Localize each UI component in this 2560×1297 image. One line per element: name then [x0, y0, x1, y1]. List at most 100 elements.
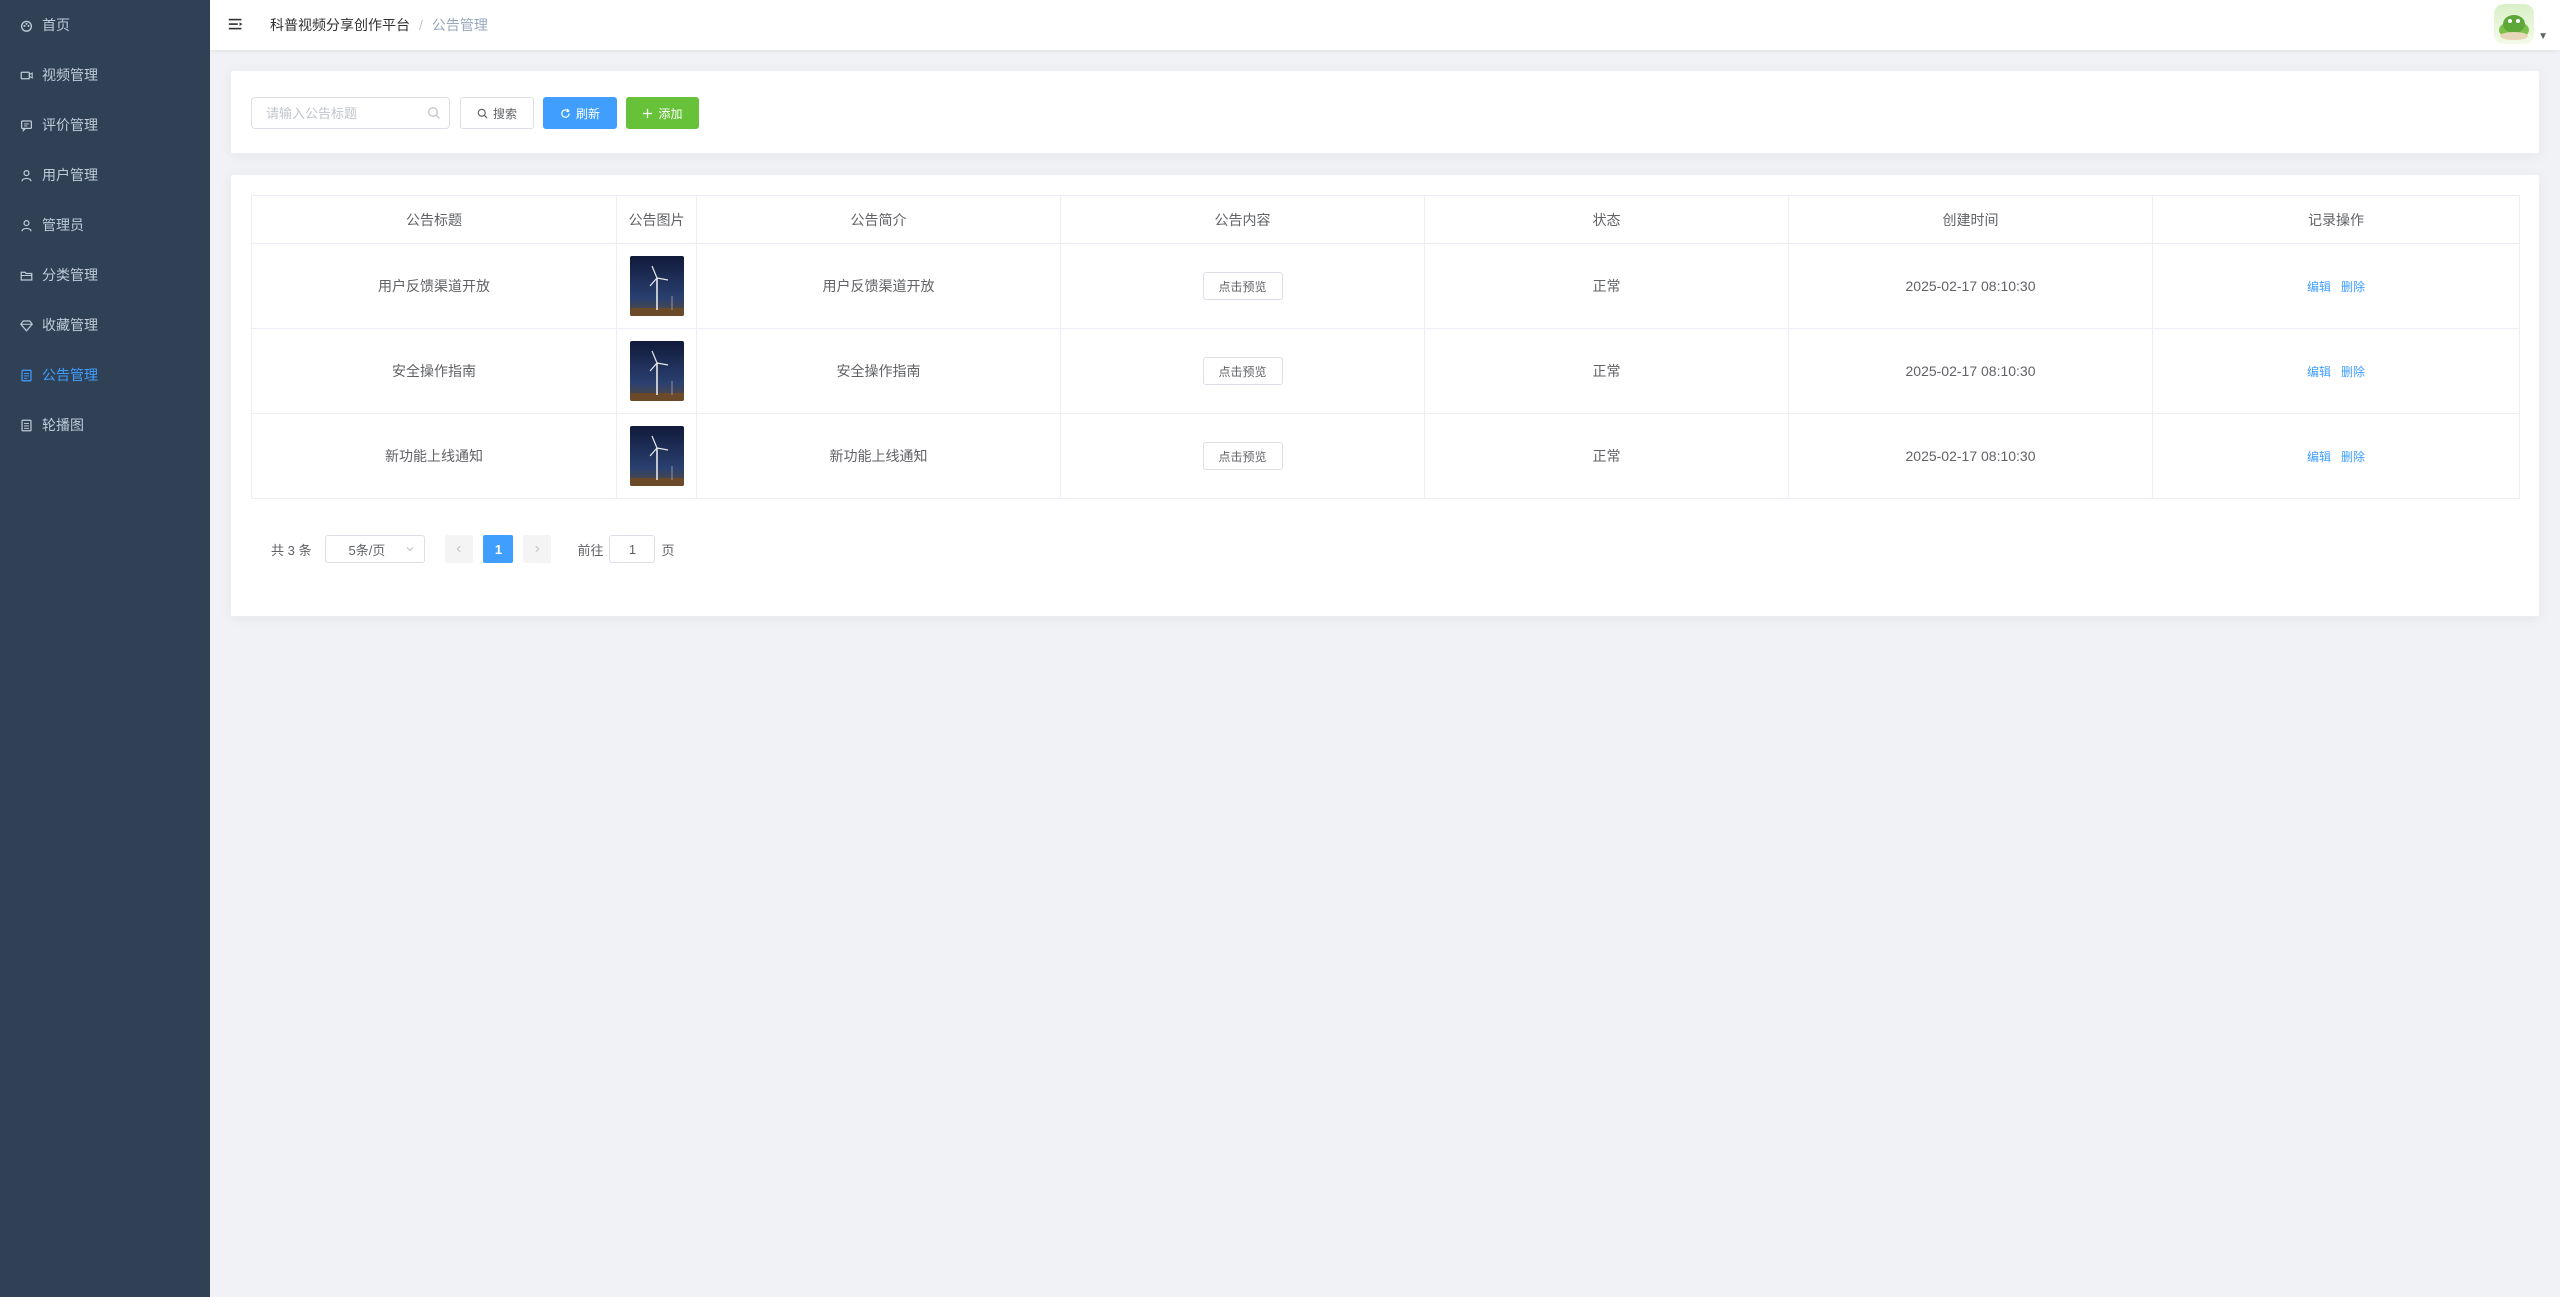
column-header: 公告图片	[616, 195, 697, 244]
user-menu[interactable]: ▼	[2494, 4, 2548, 44]
next-page-button[interactable]	[523, 535, 552, 563]
column-header: 记录操作	[2152, 195, 2520, 244]
goto-suffix: 页	[661, 542, 675, 558]
page-size-value: 5条/页	[348, 542, 386, 558]
column-header: 公告内容	[1060, 195, 1425, 244]
notice-icon	[18, 367, 34, 383]
search-icon	[477, 108, 488, 119]
caret-down-icon: ▼	[2538, 31, 2548, 42]
search-icon	[428, 107, 440, 119]
sidebar: 首页 视频管理 评价管理 用户管理 管理员 分类管理 收藏管理 公告管理 轮播图	[0, 0, 210, 1297]
cell-status: 正常	[1424, 413, 1789, 499]
goto-prefix: 前往	[577, 542, 604, 558]
prev-page-button[interactable]	[445, 535, 474, 563]
refresh-button[interactable]: 刷新	[543, 97, 617, 129]
sidebar-item-favorites[interactable]: 收藏管理	[0, 300, 210, 350]
cell-created: 2025-02-17 08:10:30	[1788, 328, 2153, 414]
notice-image[interactable]	[629, 426, 684, 486]
add-button-label: 添加	[658, 106, 683, 121]
folder-icon	[18, 267, 34, 283]
cell-content: 点击预览	[1060, 413, 1425, 499]
sidebar-item-carousel[interactable]: 轮播图	[0, 400, 210, 450]
admin-icon	[18, 217, 34, 233]
breadcrumb-current: 公告管理	[431, 17, 488, 33]
sidebar-item-notice[interactable]: 公告管理	[0, 350, 210, 400]
chevron-left-icon	[457, 545, 462, 553]
refresh-button-label: 刷新	[575, 106, 600, 121]
cell-title: 用户反馈渠道开放	[251, 243, 617, 329]
sidebar-item-label: 管理员	[42, 217, 84, 233]
delete-link[interactable]: 删除	[2341, 365, 2365, 379]
pagination-total: 共 3 条	[271, 542, 312, 558]
cell-actions: 编辑 删除	[2152, 243, 2520, 329]
preview-button[interactable]: 点击预览	[1202, 357, 1283, 385]
cell-summary: 用户反馈渠道开放	[696, 243, 1061, 329]
pagination: 共 3 条 5条/页 1 前往 页	[271, 535, 675, 563]
edit-link[interactable]: 编辑	[2307, 450, 2331, 464]
plus-icon	[642, 108, 653, 119]
cell-content: 点击预览	[1060, 243, 1425, 329]
breadcrumb: 科普视频分享创作平台 / 公告管理	[270, 15, 488, 35]
cell-summary: 新功能上线通知	[696, 413, 1061, 499]
hamburger-icon[interactable]	[226, 15, 246, 35]
cell-summary: 安全操作指南	[696, 328, 1061, 414]
breadcrumb-separator: /	[419, 17, 423, 33]
notice-image[interactable]	[629, 341, 684, 401]
cell-content: 点击预览	[1060, 328, 1425, 414]
avatar[interactable]	[2494, 4, 2535, 44]
video-icon	[18, 67, 34, 83]
cell-image	[616, 413, 697, 499]
sidebar-item-home[interactable]: 首页	[0, 0, 210, 50]
chevron-down-icon	[407, 547, 414, 552]
preview-button[interactable]: 点击预览	[1202, 442, 1283, 470]
cell-created: 2025-02-17 08:10:30	[1788, 243, 2153, 329]
sidebar-item-users[interactable]: 用户管理	[0, 150, 210, 200]
sidebar-item-label: 公告管理	[42, 367, 98, 383]
breadcrumb-home[interactable]: 科普视频分享创作平台	[270, 15, 410, 35]
search-input[interactable]	[266, 105, 426, 121]
document-icon	[18, 417, 34, 433]
add-button[interactable]: 添加	[626, 97, 699, 129]
column-header: 状态	[1424, 195, 1789, 244]
sidebar-item-label: 评价管理	[42, 117, 98, 133]
preview-button[interactable]: 点击预览	[1202, 272, 1283, 300]
notice-table: 公告标题 公告图片 公告简介 公告内容 状态 创建时间 记录操作 用户反馈渠道开…	[251, 195, 2520, 499]
cell-title: 安全操作指南	[251, 328, 617, 414]
cell-actions: 编辑 删除	[2152, 328, 2520, 414]
sidebar-item-admin[interactable]: 管理员	[0, 200, 210, 250]
chevron-right-icon	[535, 545, 540, 553]
table-panel: 公告标题 公告图片 公告简介 公告内容 状态 创建时间 记录操作 用户反馈渠道开…	[230, 174, 2540, 617]
cell-image	[616, 243, 697, 329]
sidebar-item-label: 收藏管理	[42, 317, 98, 333]
delete-link[interactable]: 删除	[2341, 450, 2365, 464]
goto-page-input[interactable]	[609, 535, 656, 563]
table-row: 新功能上线通知 新功能上线通知 点击预览 正常 2025-02-17 08:10…	[251, 413, 2520, 499]
edit-link[interactable]: 编辑	[2307, 365, 2331, 379]
table-row: 用户反馈渠道开放 用户反馈渠道开放 点击预览 正常 2025-02-17 08:…	[251, 243, 2520, 329]
search-button[interactable]: 搜索	[460, 97, 534, 129]
column-header: 创建时间	[1788, 195, 2153, 244]
sidebar-item-comment[interactable]: 评价管理	[0, 100, 210, 150]
page-jumper: 前往 页	[577, 535, 675, 563]
sidebar-item-video[interactable]: 视频管理	[0, 50, 210, 100]
top-navbar: 科普视频分享创作平台 / 公告管理 ▼	[210, 0, 2560, 50]
cell-title: 新功能上线通知	[251, 413, 617, 499]
diamond-icon	[18, 317, 34, 333]
sidebar-item-label: 轮播图	[42, 417, 84, 433]
cell-actions: 编辑 删除	[2152, 413, 2520, 499]
cell-image	[616, 328, 697, 414]
table-row: 安全操作指南 安全操作指南 点击预览 正常 2025-02-17 08:10:3…	[251, 328, 2520, 414]
column-header: 公告标题	[251, 195, 617, 244]
page-size-select[interactable]: 5条/页	[325, 535, 426, 563]
sidebar-item-label: 用户管理	[42, 167, 98, 183]
sidebar-item-category[interactable]: 分类管理	[0, 250, 210, 300]
sidebar-item-label: 视频管理	[42, 67, 98, 83]
sidebar-item-label: 分类管理	[42, 267, 98, 283]
notice-image[interactable]	[629, 256, 684, 316]
page-number-current[interactable]: 1	[483, 535, 514, 563]
search-field[interactable]	[251, 97, 450, 129]
comment-icon	[18, 117, 34, 133]
sidebar-item-label: 首页	[42, 17, 70, 33]
delete-link[interactable]: 删除	[2341, 280, 2365, 294]
edit-link[interactable]: 编辑	[2307, 280, 2331, 294]
